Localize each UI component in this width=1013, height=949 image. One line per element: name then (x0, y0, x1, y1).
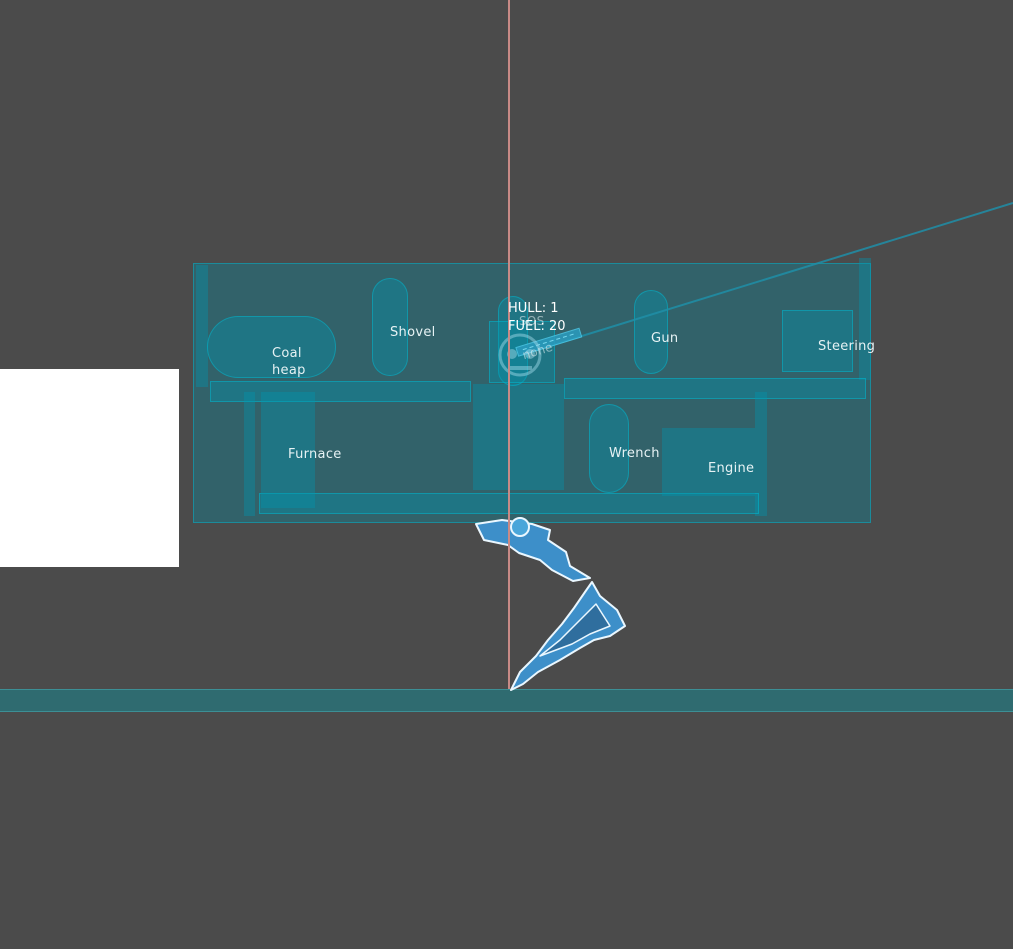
mech-legs (475, 517, 626, 691)
engine-label: Engine (708, 461, 755, 476)
gun-label: Gun (651, 331, 679, 346)
coal-heap-label: Coal heap (272, 345, 306, 379)
coal-heap-label-line1: Coal (272, 346, 302, 361)
furnace-label: Furnace (288, 447, 342, 462)
aim-ray (529, 202, 1013, 353)
shovel-label: Shovel (390, 325, 436, 340)
steering-label: Steering (818, 339, 876, 354)
hull-readout: HULL: 1 (508, 301, 559, 316)
wrench-label: Wrench (609, 446, 660, 461)
coal-heap-label-line2: heap (272, 363, 306, 378)
scene-overlay (475, 0, 1013, 691)
fuel-readout: FUEL: 20 (508, 319, 566, 334)
